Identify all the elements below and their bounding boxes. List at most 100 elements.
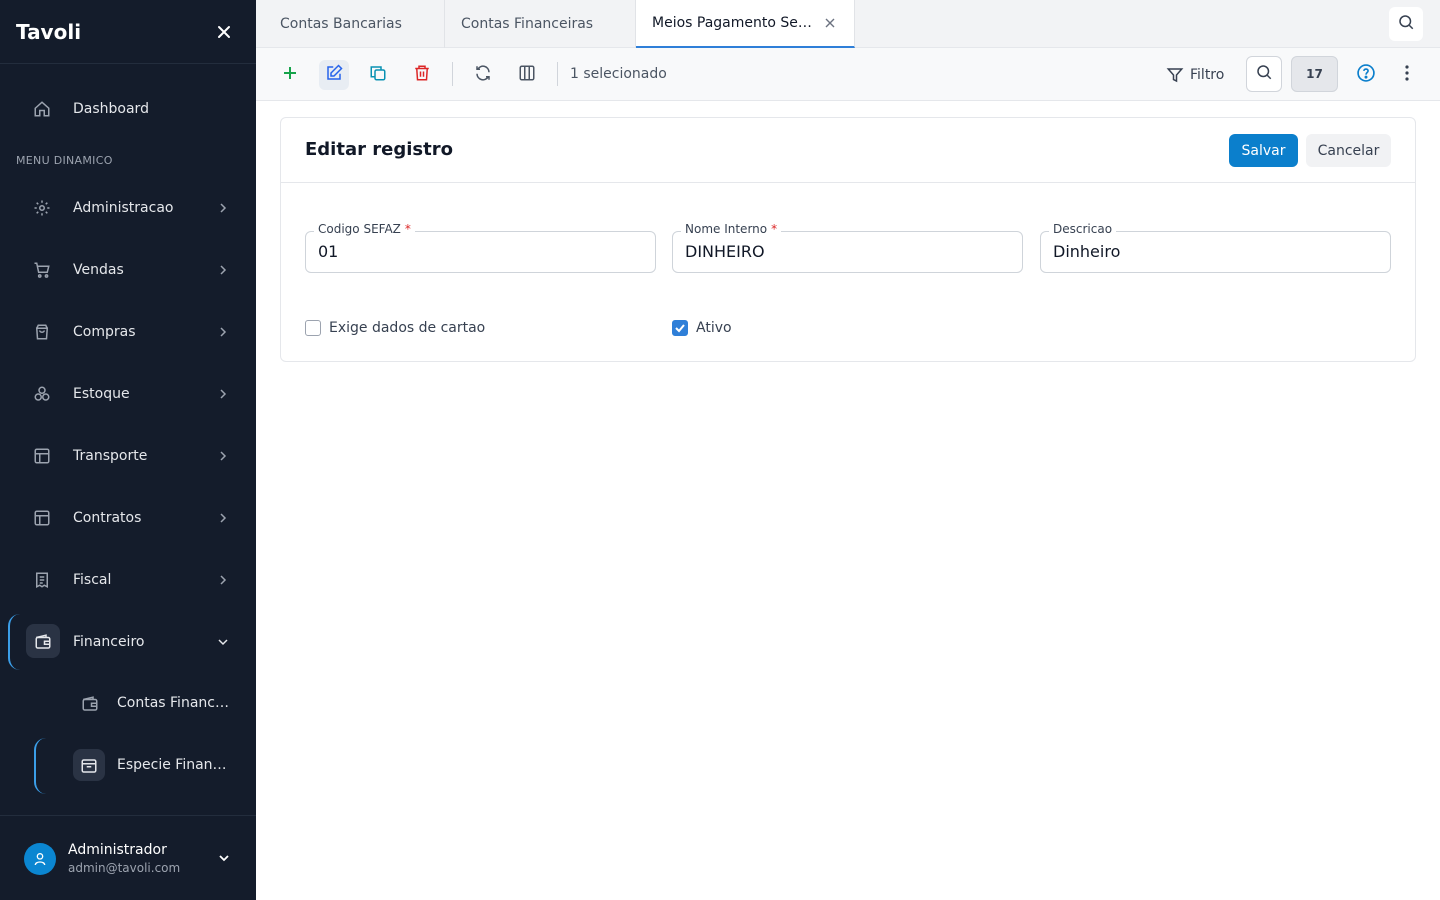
help-button[interactable]	[1351, 60, 1381, 90]
search-icon	[1255, 63, 1273, 85]
sidebar-subitem-label: Especie Financeira	[117, 757, 233, 773]
kebab-menu-icon	[1405, 65, 1409, 85]
brand-logo: Tavoli	[16, 19, 82, 44]
sidebar-item-label: Compras	[73, 324, 136, 340]
toolbar: 1 selecionado Filtro 17	[256, 48, 1440, 101]
descricao-input[interactable]	[1053, 242, 1373, 261]
cancel-button[interactable]: Cancelar	[1306, 134, 1391, 167]
columns-icon	[518, 64, 536, 86]
plus-icon	[282, 65, 298, 85]
sidebar-item-compras[interactable]: Compras	[0, 310, 256, 354]
field-label: Nome Interno *	[681, 222, 782, 236]
home-icon	[32, 99, 52, 119]
global-search-button[interactable]	[1389, 7, 1423, 41]
sidebar-item-transporte[interactable]: Transporte	[0, 434, 256, 478]
nome-interno-input[interactable]	[685, 242, 1005, 261]
nome-interno-field: Nome Interno *	[672, 222, 1023, 273]
tab-contas-financeiras[interactable]: Contas Financeiras	[445, 0, 636, 48]
wallet-icon	[80, 694, 100, 714]
sidebar-item-label: Fiscal	[73, 572, 112, 588]
tab-contas-bancarias[interactable]: Contas Bancarias	[256, 0, 445, 48]
layout-icon	[32, 508, 52, 528]
field-label-text: Codigo SEFAZ	[318, 222, 401, 236]
chevron-right-icon	[215, 448, 231, 464]
codigo-sefaz-field: Codigo SEFAZ *	[305, 222, 656, 273]
page-title: Editar registro	[305, 139, 453, 160]
chevron-down-icon[interactable]	[216, 850, 232, 866]
archive-icon	[79, 756, 99, 776]
sidebar-item-label: Estoque	[73, 386, 130, 402]
chevron-right-icon	[215, 572, 231, 588]
checkbox-label: Ativo	[696, 320, 732, 336]
close-tab-icon[interactable]	[824, 17, 836, 29]
field-label: Codigo SEFAZ *	[314, 222, 415, 236]
avatar	[24, 843, 56, 875]
tab-label: Contas Bancarias	[280, 16, 402, 32]
add-button[interactable]	[275, 60, 305, 90]
filter-icon	[1166, 66, 1184, 84]
record-count-badge[interactable]: 17	[1291, 56, 1338, 92]
user-profile[interactable]: Administrador admin@tavoli.com	[0, 815, 256, 900]
sidebar-item-administracao[interactable]: Administracao	[0, 186, 256, 230]
search-button[interactable]	[1246, 56, 1282, 92]
trash-icon	[413, 64, 431, 86]
field-label-text: Nome Interno	[685, 222, 768, 236]
more-options-button[interactable]	[1394, 60, 1420, 90]
filter-button[interactable]: Filtro	[1166, 60, 1224, 90]
ativo-option[interactable]: Ativo	[672, 318, 732, 338]
chevron-right-icon	[215, 510, 231, 526]
chevron-right-icon	[215, 200, 231, 216]
exige-dados-cartao-option[interactable]: Exige dados de cartao	[305, 318, 485, 338]
sidebar-item-fiscal[interactable]: Fiscal	[0, 558, 256, 602]
sidebar-item-label: Dashboard	[73, 101, 149, 117]
sidebar-item-label: Vendas	[73, 262, 124, 278]
checkbox-label: Exige dados de cartao	[329, 320, 486, 336]
sidebar: Tavoli Dashboard MENU DINAMICO Administr…	[0, 0, 256, 900]
sidebar-item-financeiro[interactable]: Financeiro	[0, 620, 256, 664]
sidebar-header: Tavoli	[0, 0, 256, 64]
refresh-button[interactable]	[468, 60, 498, 90]
chevron-right-icon	[215, 262, 231, 278]
checkmark-icon	[675, 324, 685, 333]
chevron-down-icon	[215, 634, 231, 650]
sidebar-item-label: Transporte	[73, 448, 148, 464]
descricao-field: Descricao	[1040, 222, 1391, 273]
ativo-checkbox[interactable]	[672, 320, 688, 336]
required-marker: *	[771, 222, 778, 236]
sidebar-subitem-especie-financeira[interactable]: Especie Financeira	[0, 744, 256, 788]
delete-button[interactable]	[407, 60, 437, 90]
sidebar-item-contratos[interactable]: Contratos	[0, 496, 256, 540]
sidebar-item-label: Administracao	[73, 200, 174, 216]
tab-meios-pagamento-sefaz[interactable]: Meios Pagamento Sefaz	[636, 0, 855, 48]
tab-bar: Contas Bancarias Contas Financeiras Meio…	[256, 0, 1440, 48]
save-button[interactable]: Salvar	[1229, 134, 1298, 167]
selection-status: 1 selecionado	[570, 66, 667, 82]
required-marker: *	[404, 222, 411, 236]
user-email: admin@tavoli.com	[68, 861, 181, 875]
user-name: Administrador	[68, 842, 167, 858]
exige-dados-cartao-checkbox[interactable]	[305, 320, 321, 336]
sidebar-item-estoque[interactable]: Estoque	[0, 372, 256, 416]
close-sidebar-icon[interactable]	[216, 24, 232, 40]
tab-label: Contas Financeiras	[461, 16, 594, 32]
sidebar-subitem-contas-financeiras[interactable]: Contas Financeiras	[0, 682, 256, 726]
edit-record-card: Editar registro Salvar Cancelar Codigo S…	[280, 117, 1416, 362]
pencil-square-icon	[325, 64, 343, 86]
columns-button[interactable]	[512, 60, 542, 90]
sidebar-item-label: Financeiro	[73, 634, 145, 650]
wallet-icon	[33, 632, 53, 652]
card-header: Editar registro Salvar Cancelar	[281, 118, 1415, 183]
field-label-text: Descricao	[1053, 222, 1113, 236]
layout-icon	[32, 446, 52, 466]
tab-label: Meios Pagamento Sefaz	[652, 15, 812, 31]
codigo-sefaz-input[interactable]	[318, 242, 638, 261]
sidebar-subitem-label: Contas Financeiras	[117, 695, 233, 711]
sidebar-item-label: Contratos	[73, 510, 142, 526]
sidebar-item-vendas[interactable]: Vendas	[0, 248, 256, 292]
sidebar-item-dashboard[interactable]: Dashboard	[0, 87, 256, 131]
field-label: Descricao	[1049, 222, 1117, 236]
edit-button[interactable]	[319, 60, 349, 90]
chevron-right-icon	[215, 324, 231, 340]
cart-icon	[32, 260, 52, 280]
duplicate-button[interactable]	[363, 60, 393, 90]
